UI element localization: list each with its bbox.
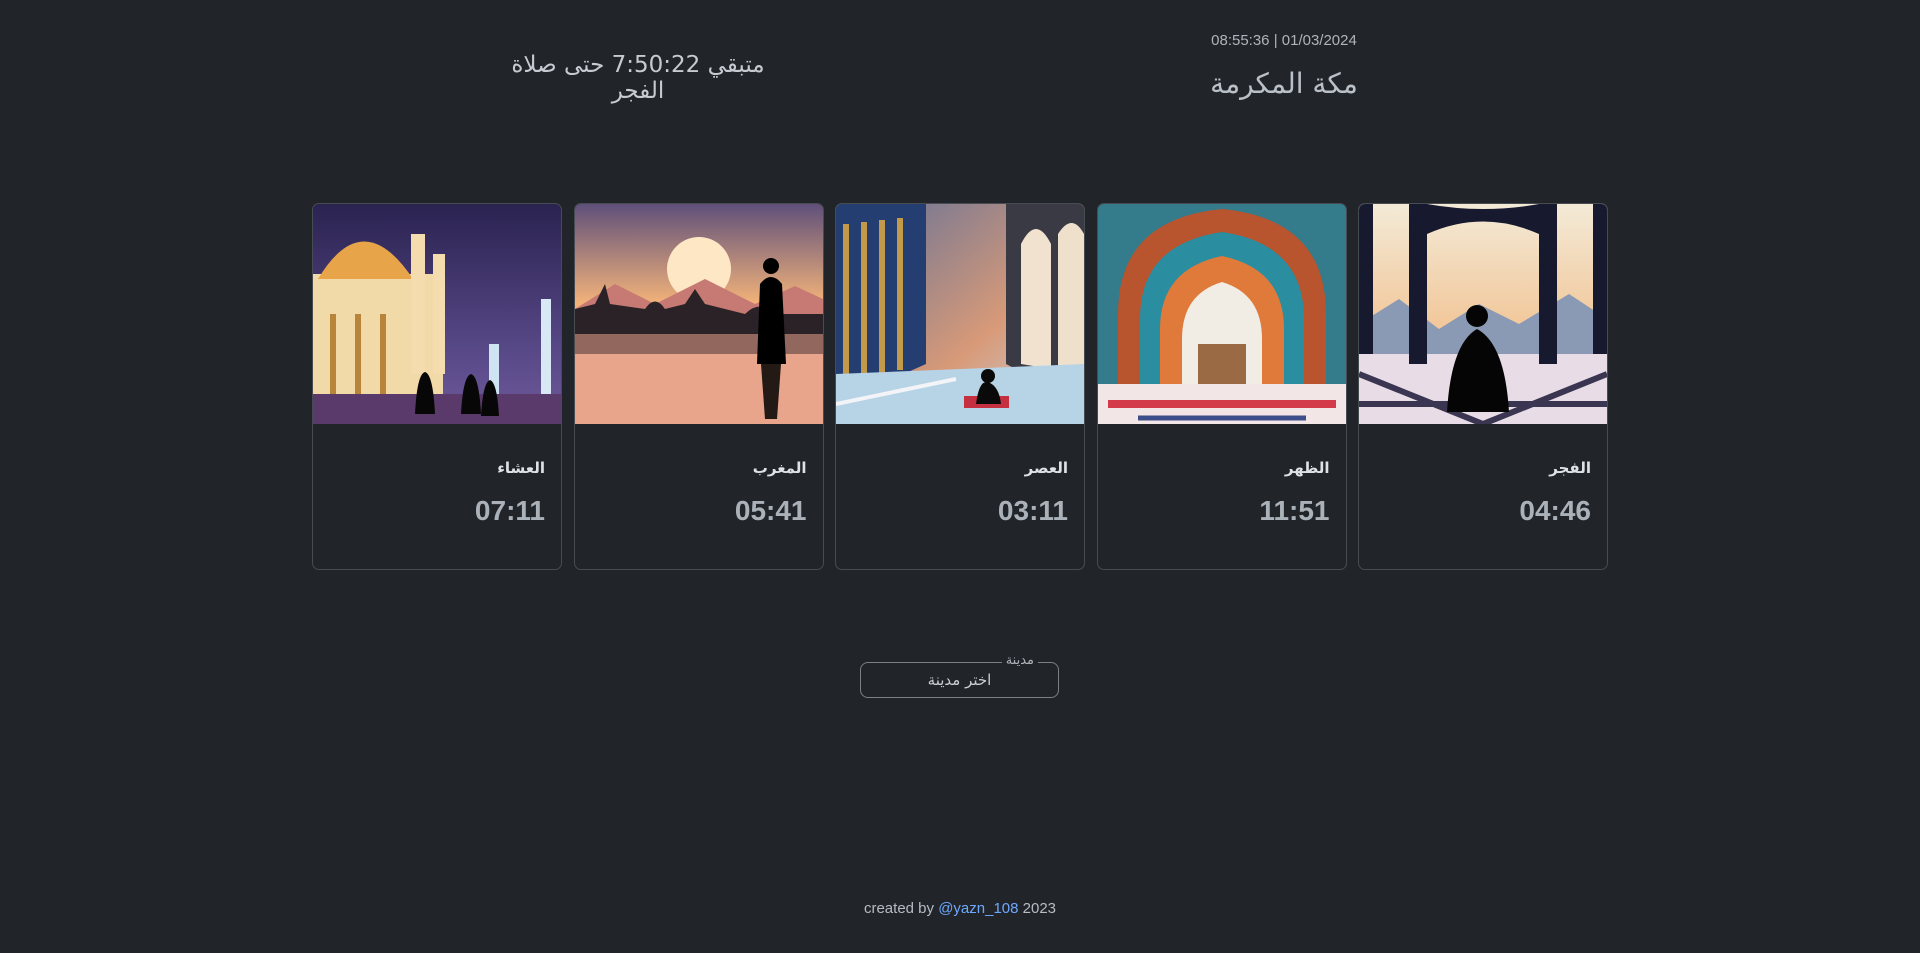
prayer-silhouette-arches-image — [1359, 204, 1607, 424]
prayer-name: المغرب — [752, 459, 807, 477]
prayer-time: 05:41 — [734, 495, 807, 526]
footer-prefix: created by — [863, 900, 935, 917]
mosque-archway-image — [1097, 204, 1346, 424]
city-title: مكة المكرمة — [1210, 67, 1358, 100]
prayer-card-asr: العصر 03:11 — [835, 203, 1085, 570]
prayer-time: 03:11 — [997, 495, 1068, 526]
prayer-card-dhuhr: الظهر 11:51 — [1096, 203, 1347, 570]
prayer-name: الفجر — [1549, 459, 1591, 477]
prayer-name: العصر — [1024, 459, 1068, 477]
night-mosque-image — [313, 204, 561, 424]
prayer-card-fajr: الفجر 04:46 — [1358, 203, 1608, 570]
prayer-name: الظهر — [1284, 459, 1330, 477]
footer-year: 2023 — [1022, 900, 1057, 917]
prayer-time: 11:51 — [1259, 495, 1330, 526]
footer: created by @yazn_108 2023 — [0, 900, 1920, 917]
prayer-name: العشاء — [497, 459, 545, 477]
prayer-cards: الفجر 04:46 الظهر 11:51 العصر 03:11 المغ… — [312, 203, 1608, 570]
city-select-label: مدينة — [1001, 653, 1038, 668]
header-info: 08:55:36 | 01/03/2024 مكة المكرمة — [1200, 32, 1368, 100]
countdown-text: متبقي 7:50:22 حتى صلاة الفجر — [511, 52, 765, 104]
mosque-colonnade-image — [836, 204, 1084, 424]
prayer-time: 07:11 — [474, 495, 545, 526]
city-select[interactable]: مدينة اختر مدينة — [860, 653, 1059, 698]
prayer-card-isha: العشاء 07:11 — [312, 203, 562, 570]
author-link[interactable]: @yazn_108 — [938, 900, 1018, 917]
sunset-mosque-reflection-image — [574, 204, 823, 424]
city-select-value[interactable]: اختر مدينة — [861, 663, 1058, 697]
prayer-card-maghrib: المغرب 05:41 — [573, 203, 824, 570]
current-datetime: 08:55:36 | 01/03/2024 — [1211, 32, 1357, 49]
prayer-time: 04:46 — [1519, 495, 1591, 526]
